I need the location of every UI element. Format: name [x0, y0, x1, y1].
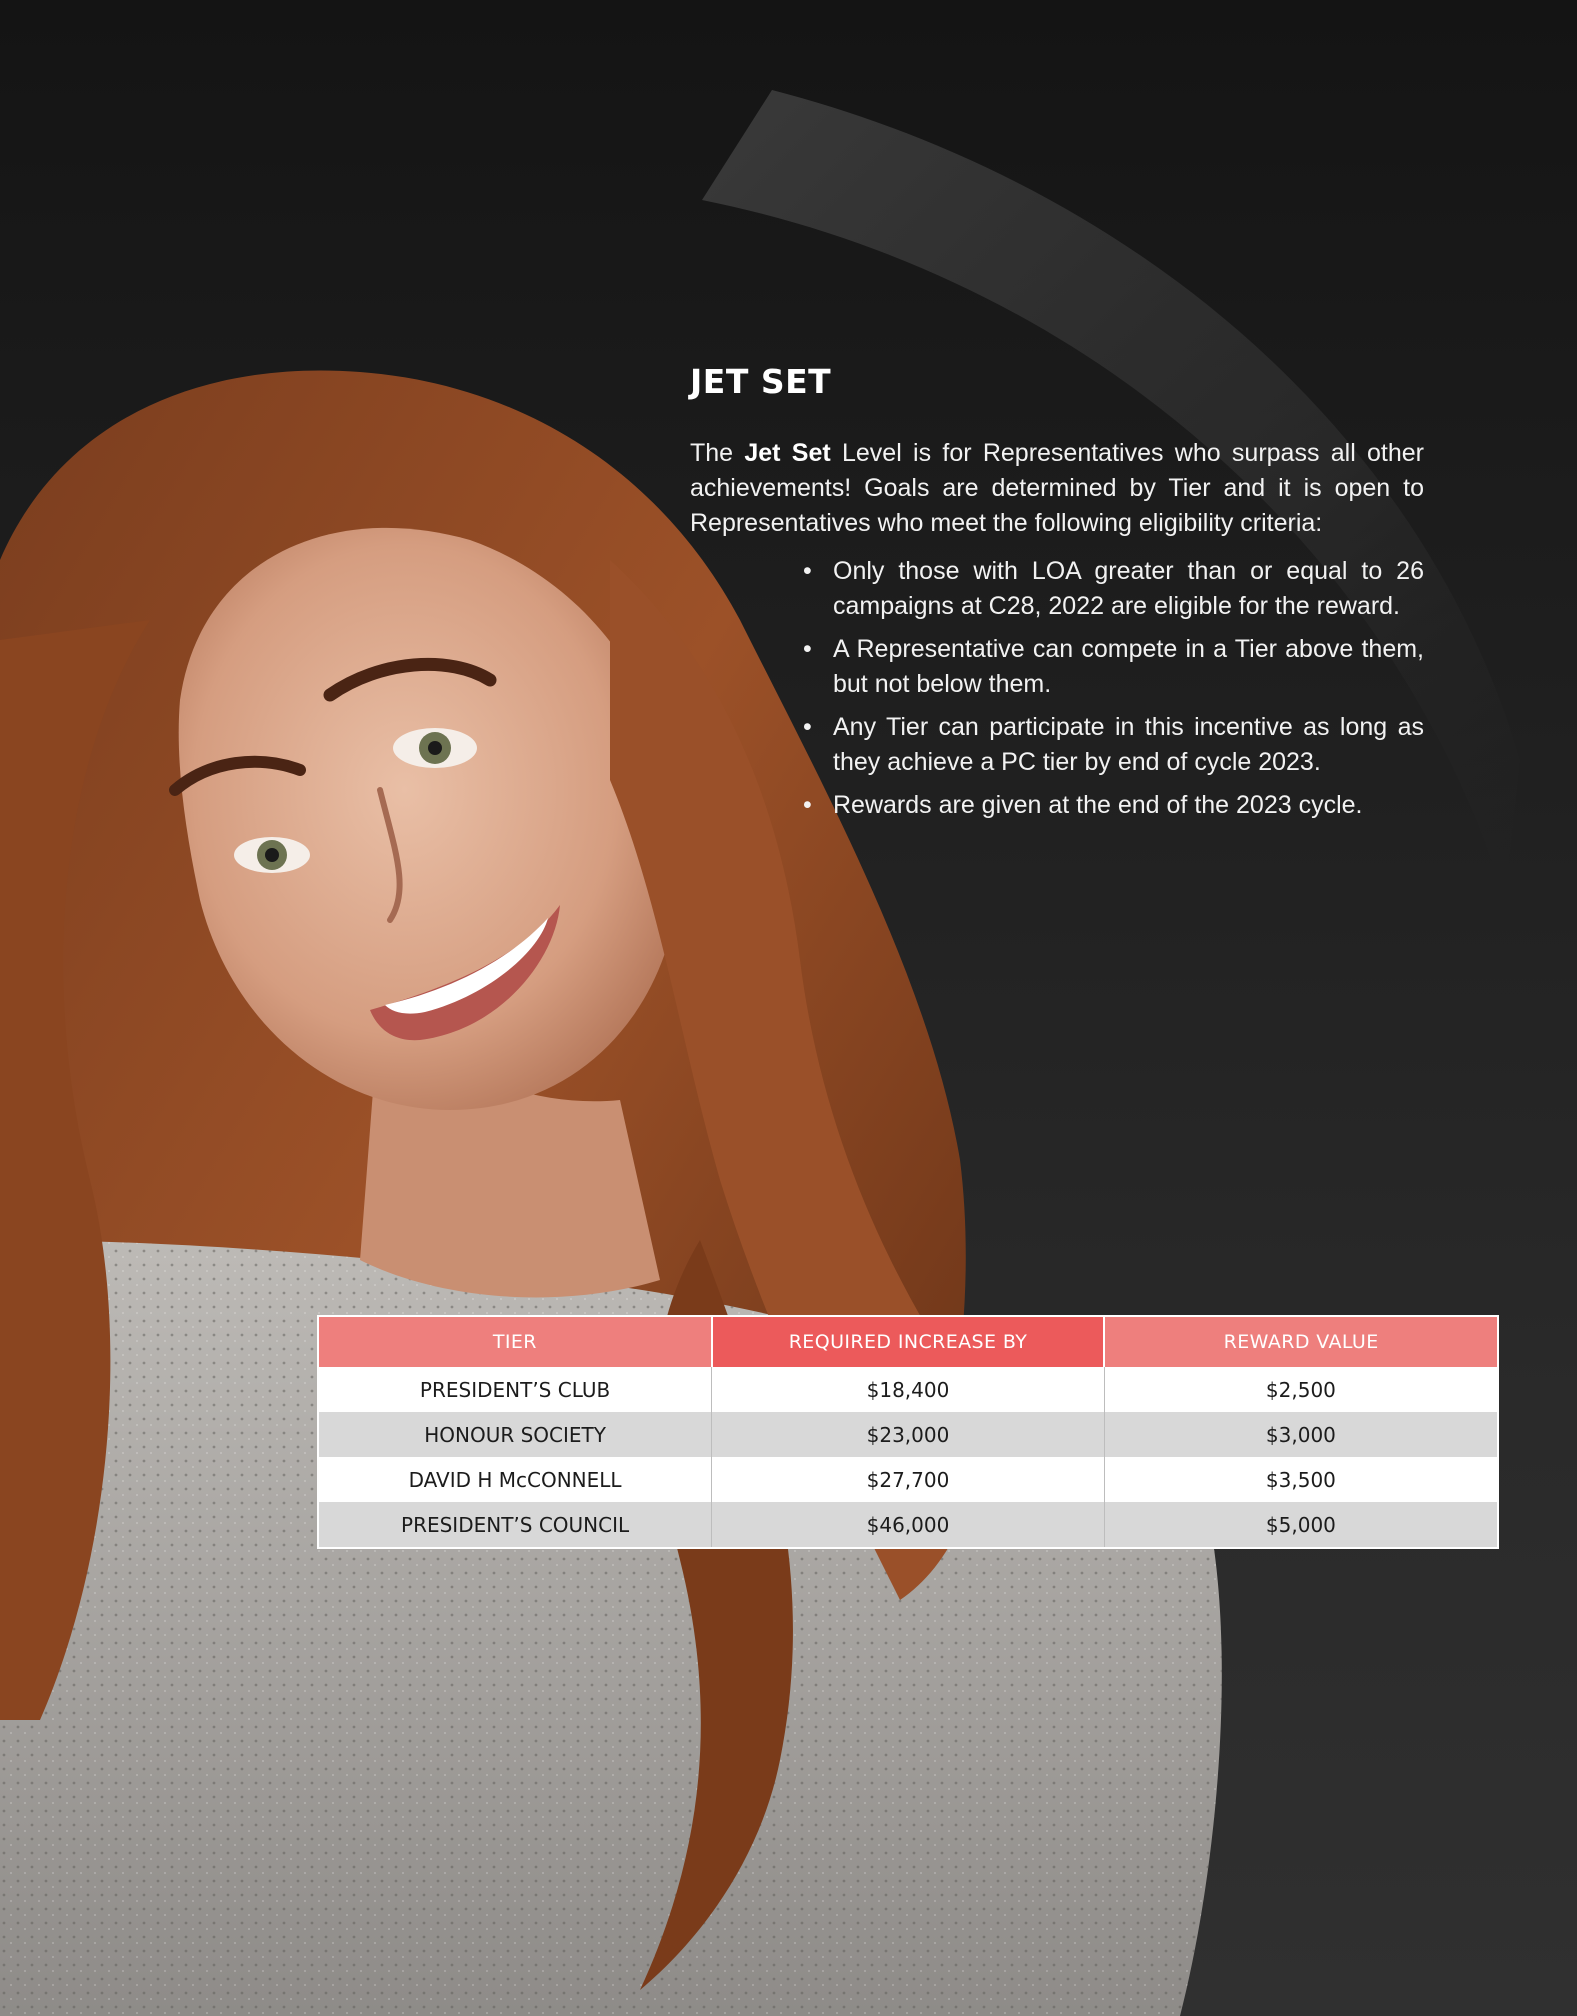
cell-tier: PRESIDENT’S COUNCIL [319, 1502, 713, 1547]
intro-prefix: The [690, 439, 745, 467]
table-row: PRESIDENT’S COUNCIL $46,000 $5,000 [319, 1502, 1497, 1547]
cell-required-increase: $23,000 [711, 1412, 1105, 1457]
cell-required-increase: $18,400 [711, 1367, 1105, 1412]
rewards-table: TIER REQUIRED INCREASE BY REWARD VALUE P… [319, 1317, 1497, 1547]
table-row: DAVID H McCONNELL $27,700 $3,500 [319, 1457, 1497, 1502]
cell-reward-value: $3,500 [1104, 1457, 1497, 1502]
cell-reward-value: $3,000 [1104, 1412, 1497, 1457]
cell-tier: HONOUR SOCIETY [319, 1412, 713, 1457]
intro-paragraph: The Jet Set Level is for Representatives… [690, 436, 1424, 541]
eligibility-item: Only those with LOA greater than or equa… [803, 554, 1424, 624]
portrait-photo [0, 370, 1222, 2016]
header-tier: TIER [319, 1317, 713, 1367]
eligibility-item: A Representative can compete in a Tier a… [803, 632, 1424, 702]
eligibility-item: Rewards are given at the end of the 2023… [803, 788, 1424, 823]
cell-reward-value: $2,500 [1104, 1367, 1497, 1412]
table-header-row: TIER REQUIRED INCREASE BY REWARD VALUE [319, 1317, 1497, 1367]
cell-required-increase: $46,000 [711, 1502, 1105, 1547]
cell-tier: DAVID H McCONNELL [319, 1457, 713, 1502]
eligibility-list: Only those with LOA greater than or equa… [803, 554, 1424, 831]
rewards-table-container: TIER REQUIRED INCREASE BY REWARD VALUE P… [317, 1315, 1499, 1549]
cell-required-increase: $27,700 [711, 1457, 1105, 1502]
page: JET SET The Jet Set Level is for Represe… [0, 0, 1577, 2016]
table-row: PRESIDENT’S CLUB $18,400 $2,500 [319, 1367, 1497, 1412]
section-heading: JET SET [690, 362, 832, 401]
cell-reward-value: $5,000 [1104, 1502, 1497, 1547]
header-required-increase: REQUIRED INCREASE BY [711, 1317, 1106, 1367]
eligibility-item: Any Tier can participate in this incenti… [803, 710, 1424, 780]
table-row: HONOUR SOCIETY $23,000 $3,000 [319, 1412, 1497, 1457]
header-reward-value: REWARD VALUE [1104, 1317, 1497, 1367]
cell-tier: PRESIDENT’S CLUB [319, 1367, 713, 1412]
intro-bold: Jet Set [744, 439, 831, 467]
